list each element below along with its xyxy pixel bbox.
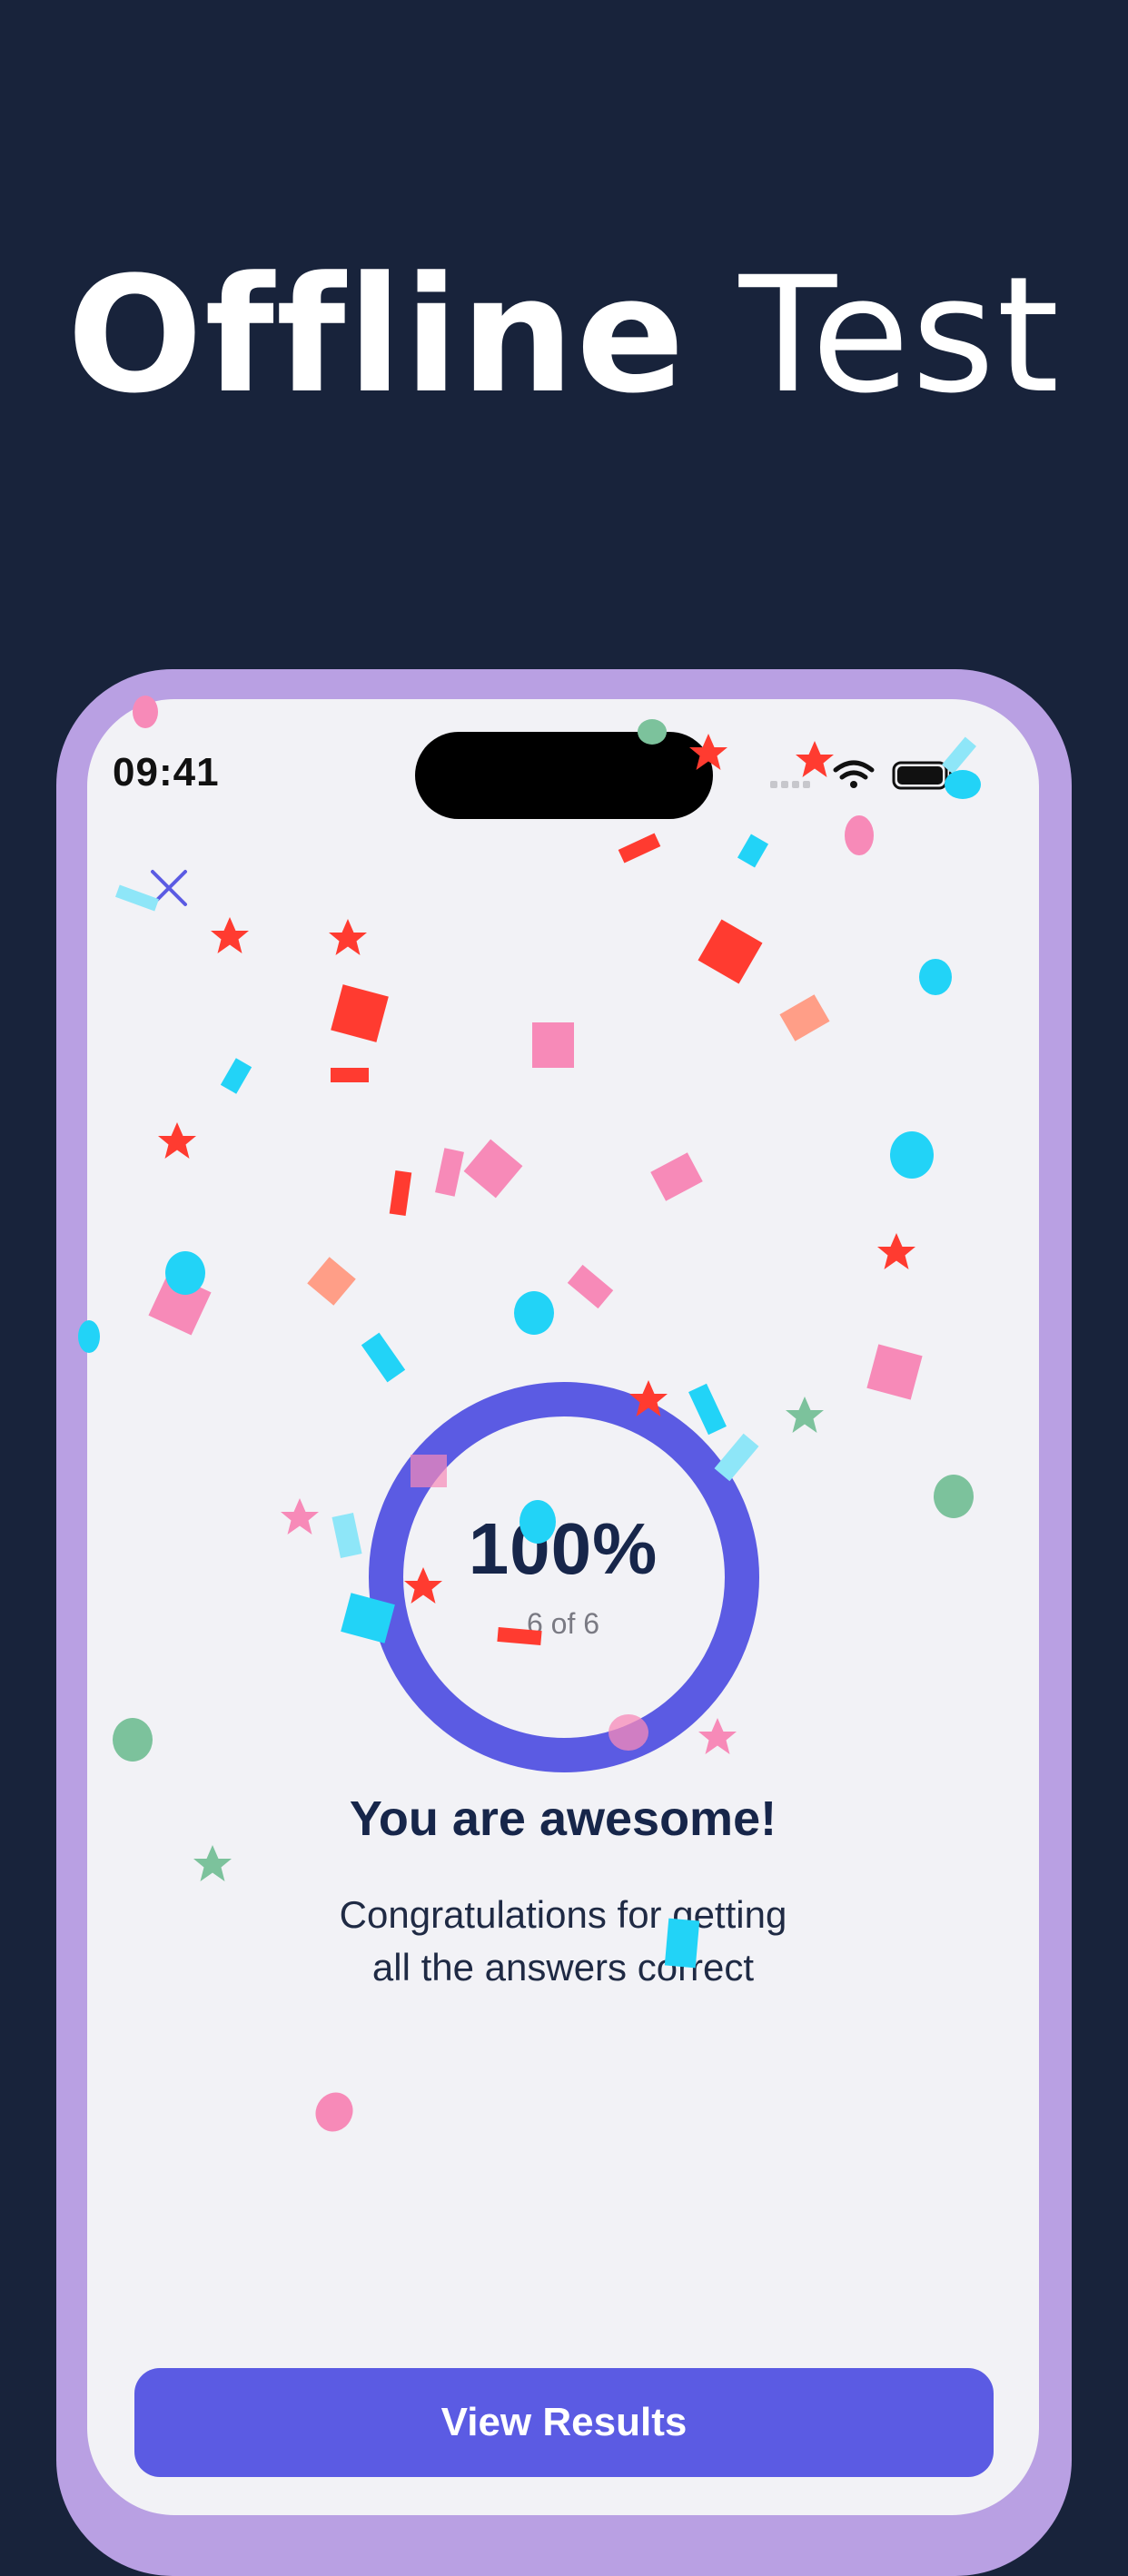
result-message-line2: all the answers correct [371,1946,755,1989]
headline-bold: Offline [66,242,687,429]
result-title: You are awesome! [349,1791,777,1846]
result-message: Congratulations for getting all the answ… [272,1889,854,1994]
close-icon[interactable] [143,863,194,913]
score-count: 6 of 6 [526,1607,600,1640]
score-percent: 100% [468,1508,658,1589]
cellular-icon [770,781,810,788]
dynamic-island [415,732,713,819]
wifi-icon [833,760,875,788]
status-time: 09:41 [113,750,220,795]
status-icons [770,760,953,790]
result-message-line1: Congratulations for getting [339,1893,787,1936]
headline-light: Test [738,242,1062,429]
headline: Offline Test [0,245,1128,427]
battery-icon [892,761,953,790]
view-results-button[interactable]: View Results [134,2368,994,2477]
